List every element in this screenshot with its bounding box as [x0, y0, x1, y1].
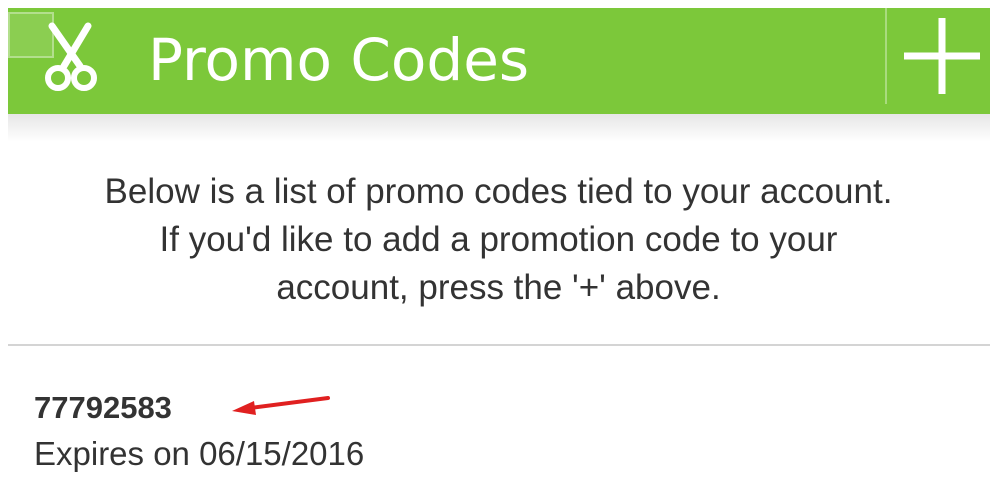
list-divider [8, 344, 990, 346]
action-bar-divider [885, 8, 887, 104]
promo-code[interactable]: 77792583 [34, 388, 172, 428]
action-bar-shadow [8, 114, 990, 142]
scissors-icon[interactable] [42, 22, 98, 94]
promo-expiry: Expires on 06/15/2016 [34, 435, 365, 472]
red-arrow-icon [232, 396, 330, 415]
info-line-2: If you'd like to add a promotion code to… [159, 220, 838, 259]
action-bar: Promo Codes [8, 8, 990, 114]
promo-codes-screen: Promo Codes Below is a list of promo cod… [0, 0, 997, 482]
plus-icon[interactable] [898, 12, 986, 100]
page-title: Promo Codes [148, 26, 530, 94]
info-line-1: Below is a list of promo codes tied to y… [104, 172, 893, 211]
info-text: Below is a list of promo codes tied to y… [0, 168, 997, 312]
info-line-3: account, press the '+' above. [276, 268, 721, 307]
